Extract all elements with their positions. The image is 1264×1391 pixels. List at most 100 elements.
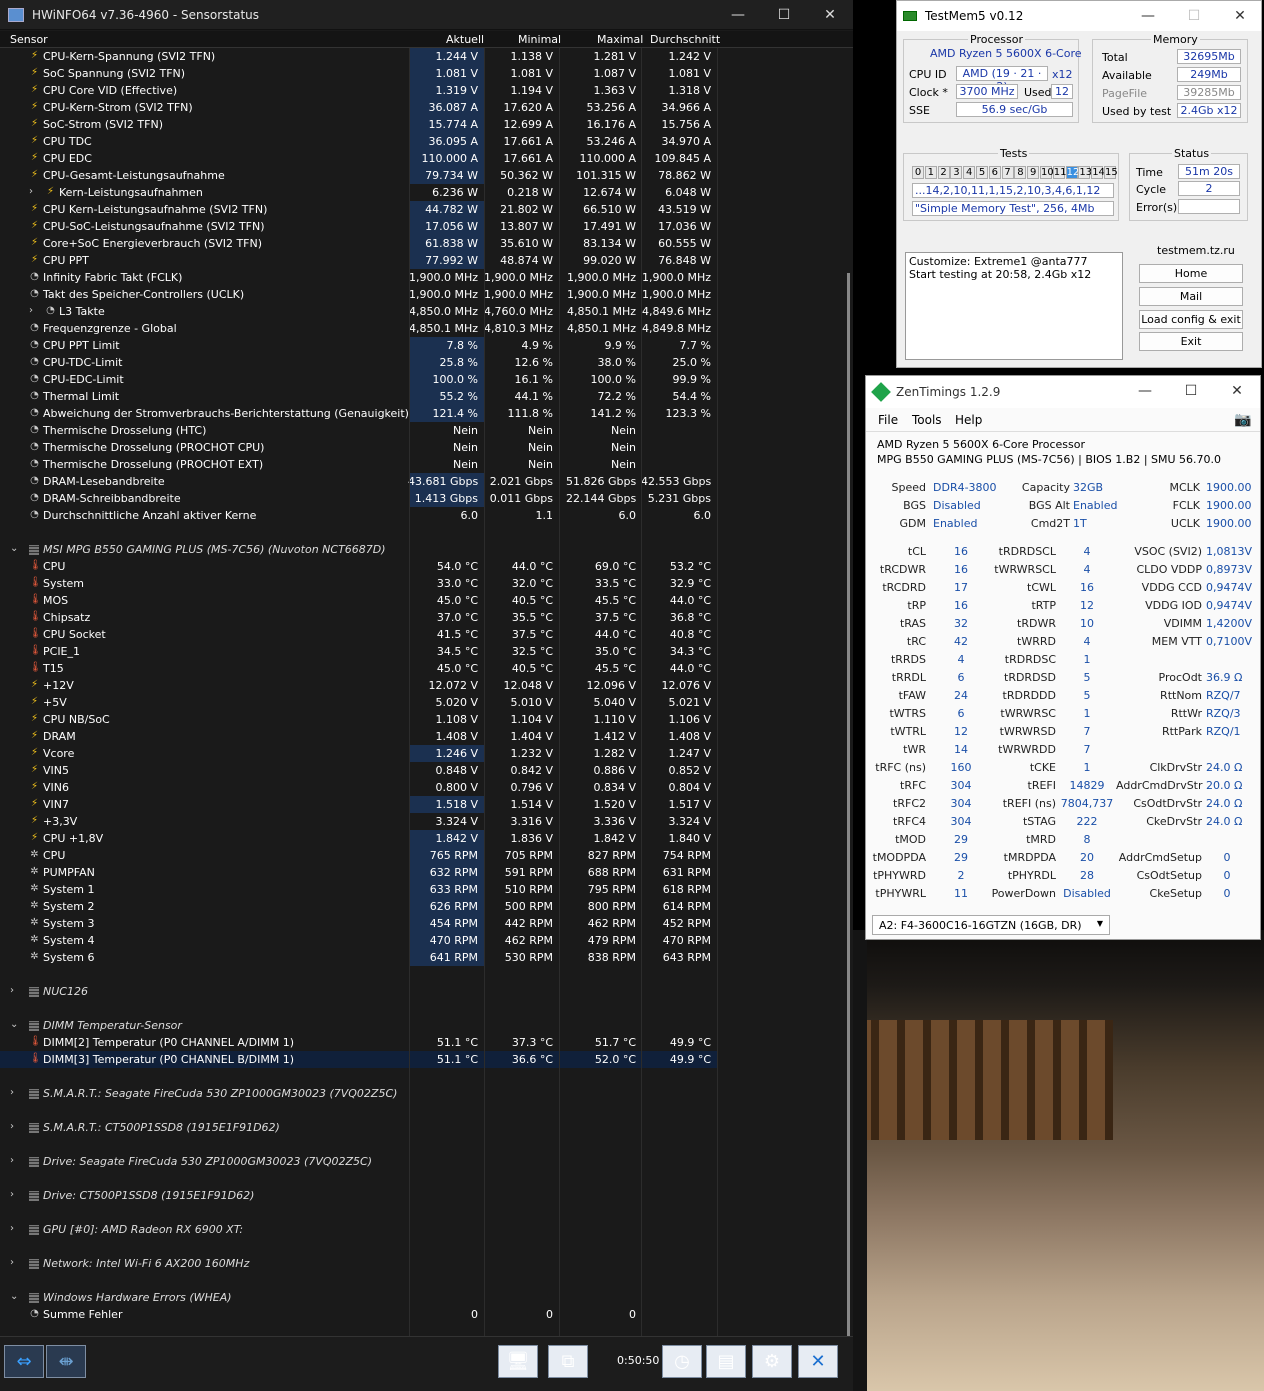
sensor-row[interactable]: ◔ Frequenzgrenze - Global 4,850.1 MHz 4,810…	[0, 320, 717, 337]
sensor-row[interactable]: ◔ CPU-TDC-Limit 25.8 % 12.6 % 38.0 % 25.0 %	[0, 354, 717, 371]
sensor-group-row[interactable]: › GPU [#0]: AMD Radeon RX 6900 XT:	[0, 1221, 717, 1238]
sensor-row[interactable]: 🌡 CPU Socket 41.5 °C 37.5 °C 44.0 °C 40.8 °C	[0, 626, 717, 643]
sensor-row[interactable]: ⚡ +3,3V 3.324 V 3.316 V 3.336 V 3.324 V	[0, 813, 717, 830]
menu-tools[interactable]: Tools	[912, 413, 942, 427]
camera-icon[interactable]: 📷	[1234, 412, 1251, 428]
sensor-row[interactable]: 🌡 DIMM[3] Temperatur (P0 CHANNEL B/DIMM 1…	[0, 1051, 717, 1068]
sensor-row[interactable]: › ◔ L3 Takte 4,850.0 MHz 4,760.0 MHz 4,850.1 …	[0, 303, 717, 320]
sensor-row[interactable]: 🌡 T15 45.0 °C 40.5 °C 45.5 °C 44.0 °C	[0, 660, 717, 677]
sensor-row[interactable]: ⚡ CPU PPT 77.992 W 48.874 W 99.020 W 76.848 W	[0, 252, 717, 269]
sensor-group-row[interactable]: ⌄ MSI MPG B550 GAMING PLUS (MS-7C56) (Nuv…	[0, 541, 717, 558]
sensor-group-row[interactable]: › Drive: Seagate FireCuda 530 ZP1000GM300…	[0, 1153, 717, 1170]
clock-icon[interactable]: ◷	[662, 1345, 702, 1378]
sensor-row[interactable]: ◔ Thermische Drosselung (PROCHOT EXT) Nein…	[0, 456, 717, 473]
minimize-button[interactable]: —	[715, 0, 761, 30]
sensor-row[interactable]: ⚡ CPU EDC 110.000 A 17.661 A 110.000 A 109.84…	[0, 150, 717, 167]
scrollbar[interactable]	[845, 48, 853, 1363]
sensor-row[interactable]: ⚡ DRAM 1.408 V 1.404 V 1.412 V 1.408 V	[0, 728, 717, 745]
network-icon[interactable]: ⧉	[548, 1345, 588, 1378]
sensor-row[interactable]: ◔ Thermische Drosselung (PROCHOT CPU) Nein…	[0, 439, 717, 456]
sensor-row[interactable]: ⚡ CPU-Kern-Spannung (SVI2 TFN) 1.244 V 1.13…	[0, 48, 717, 65]
nav-arrows-icon[interactable]: ⇔	[4, 1345, 44, 1378]
sensor-row[interactable]: ⚡ VIN7 1.518 V 1.514 V 1.520 V 1.517 V	[0, 796, 717, 813]
minimize-button[interactable]: —	[1122, 376, 1168, 406]
chevron-right-icon[interactable]: ›	[10, 1223, 14, 1234]
sensor-row[interactable]: ◔ Thermische Drosselung (HTC) Nein Nein Nein	[0, 422, 717, 439]
gear-icon[interactable]: ⚙	[752, 1345, 792, 1378]
col-maximal[interactable]: Maximal	[597, 33, 643, 46]
sensor-group-row[interactable]: › Drive: CT500P1SSD8 (1915E1F91D62)	[0, 1187, 717, 1204]
chevron-down-icon[interactable]: ⌄	[10, 1019, 18, 1030]
home-button[interactable]: Home	[1139, 264, 1243, 283]
report-icon[interactable]: ▤	[706, 1345, 746, 1378]
sensor-row[interactable]: ✲ System 6 641 RPM 530 RPM 838 RPM 643 RPM	[0, 949, 717, 966]
mail-button[interactable]: Mail	[1139, 287, 1243, 306]
sensor-row[interactable]: ◔ Summe Fehler 0 0 0	[0, 1306, 717, 1323]
sensor-row[interactable]: ◔ Infinity Fabric Takt (FCLK) 1,900.0 MHz 1…	[0, 269, 717, 286]
close-button[interactable]: ✕	[1217, 1, 1263, 31]
sensor-group-row[interactable]: ⌄ DIMM Temperatur-Sensor	[0, 1017, 717, 1034]
sensor-row[interactable]: 🌡 MOS 45.0 °C 40.5 °C 45.5 °C 44.0 °C	[0, 592, 717, 609]
dimm-select[interactable]: A2: F4-3600C16-16GTZN (16GB, DR) ▼	[872, 915, 1110, 935]
sensor-row[interactable]: ⚡ SoC-Strom (SVI2 TFN) 15.774 A 12.699 A 16.…	[0, 116, 717, 133]
chevron-down-icon[interactable]: ⌄	[10, 1291, 18, 1302]
sensor-row[interactable]: ✲ System 2 626 RPM 500 RPM 800 RPM 614 RPM	[0, 898, 717, 915]
chevron-right-icon[interactable]: ›	[10, 1087, 14, 1098]
sensor-group-row[interactable]: › S.M.A.R.T.: Seagate FireCuda 530 ZP1000…	[0, 1085, 717, 1102]
col-minimal[interactable]: Minimal	[518, 33, 561, 46]
sensor-row[interactable]: ◔ Thermal Limit 55.2 % 44.1 % 72.2 % 54.4 %	[0, 388, 717, 405]
sensor-row[interactable]: 🌡 PCIE_1 34.5 °C 32.5 °C 35.0 °C 34.3 °C	[0, 643, 717, 660]
sensor-row[interactable]: ✲ CPU 765 RPM 705 RPM 827 RPM 754 RPM	[0, 847, 717, 864]
sensor-row[interactable]: ✲ System 3 454 RPM 442 RPM 462 RPM 452 RPM	[0, 915, 717, 932]
chevron-right-icon[interactable]: ›	[10, 1189, 14, 1200]
col-aktuell[interactable]: Aktuell	[446, 33, 484, 46]
sensor-row[interactable]: ◔ Takt des Speicher-Controllers (UCLK) 1,9…	[0, 286, 717, 303]
sensor-row[interactable]: ⚡ Vcore 1.246 V 1.232 V 1.282 V 1.247 V	[0, 745, 717, 762]
exit-button[interactable]: Exit	[1139, 332, 1243, 351]
chevron-right-icon[interactable]: ›	[29, 186, 33, 197]
monitor-icon[interactable]: 🖥	[498, 1345, 538, 1378]
chevron-down-icon[interactable]: ⌄	[10, 543, 18, 554]
sensor-row[interactable]: ⚡ CPU-SoC-Leistungsaufnahme (SVI2 TFN) 17.…	[0, 218, 717, 235]
sensor-row[interactable]: ◔ Abweichung der Stromverbrauchs-Berichte…	[0, 405, 717, 422]
scrollbar-thumb[interactable]	[847, 273, 850, 1363]
sensor-row[interactable]: 🌡 System 33.0 °C 32.0 °C 33.5 °C 32.9 °C	[0, 575, 717, 592]
maximize-button[interactable]: ☐	[761, 0, 807, 30]
sensor-row[interactable]: ⚡ CPU NB/SoC 1.108 V 1.104 V 1.110 V 1.106 V	[0, 711, 717, 728]
col-durchschnitt[interactable]: Durchschnitt	[650, 33, 720, 46]
sensor-row[interactable]: ⚡ +5V 5.020 V 5.010 V 5.040 V 5.021 V	[0, 694, 717, 711]
sensor-group-row[interactable]: › Network: Intel Wi-Fi 6 AX200 160MHz	[0, 1255, 717, 1272]
sensor-group-row[interactable]: ⌄ Windows Hardware Errors (WHEA)	[0, 1289, 717, 1306]
col-sensor[interactable]: Sensor	[10, 33, 48, 46]
sensor-row[interactable]: ◔ CPU-EDC-Limit 100.0 % 16.1 % 100.0 % 99.9 %	[0, 371, 717, 388]
sensor-group-row[interactable]: › NUC126	[0, 983, 717, 1000]
sensor-row[interactable]: ⚡ VIN5 0.848 V 0.842 V 0.886 V 0.852 V	[0, 762, 717, 779]
sensor-row[interactable]: ◔ DRAM-Lesebandbreite 43.681 Gbps 2.021 Gbp…	[0, 473, 717, 490]
close-button[interactable]: ✕	[807, 0, 853, 30]
sensor-row[interactable]: ⚡ CPU Kern-Leistungsaufnahme (SVI2 TFN) 44…	[0, 201, 717, 218]
chevron-right-icon[interactable]: ›	[10, 1155, 14, 1166]
maximize-button[interactable]: ☐	[1168, 376, 1214, 406]
sensor-row[interactable]: ✲ System 4 470 RPM 462 RPM 479 RPM 470 RPM	[0, 932, 717, 949]
sensor-group-row[interactable]: › S.M.A.R.T.: CT500P1SSD8 (1915E1F91D62)	[0, 1119, 717, 1136]
log-box[interactable]: Customize: Extreme1 @anta777 Start testi…	[905, 252, 1123, 360]
sensor-row[interactable]: ⚡ CPU Core VID (Effective) 1.319 V 1.194 V 1…	[0, 82, 717, 99]
sensor-row[interactable]: ◔ Durchschnittliche Anzahl aktiver Kerne 6…	[0, 507, 717, 524]
sensor-row[interactable]: ⚡ SoC Spannung (SVI2 TFN) 1.081 V 1.081 V 1.…	[0, 65, 717, 82]
sensor-row[interactable]: ⚡ +12V 12.072 V 12.048 V 12.096 V 12.076 V	[0, 677, 717, 694]
sensor-row[interactable]: ⚡ VIN6 0.800 V 0.796 V 0.834 V 0.804 V	[0, 779, 717, 796]
sensor-row[interactable]: ✲ PUMPFAN 632 RPM 591 RPM 688 RPM 631 RPM	[0, 864, 717, 881]
close-icon[interactable]: ✕	[798, 1345, 838, 1378]
chevron-right-icon[interactable]: ›	[10, 985, 14, 996]
menu-file[interactable]: File	[878, 413, 898, 427]
minimize-button[interactable]: —	[1125, 1, 1171, 31]
close-button[interactable]: ✕	[1214, 376, 1260, 406]
chevron-right-icon[interactable]: ›	[10, 1257, 14, 1268]
sensor-row[interactable]: 🌡 Chipsatz 37.0 °C 35.5 °C 37.5 °C 36.8 °C	[0, 609, 717, 626]
sensor-row[interactable]: ⚡ CPU TDC 36.095 A 17.661 A 53.246 A 34.970 A	[0, 133, 717, 150]
chevron-right-icon[interactable]: ›	[10, 1121, 14, 1132]
sensor-row[interactable]: ◔ DRAM-Schreibbandbreite 1.413 Gbps 0.011 G…	[0, 490, 717, 507]
sensor-row[interactable]: ⚡ Core+SoC Energieverbrauch (SVI2 TFN) 61.…	[0, 235, 717, 252]
sensor-row[interactable]: ⚡ CPU-Gesamt-Leistungsaufnahme 79.734 W 50.…	[0, 167, 717, 184]
sensor-row[interactable]: ⚡ CPU +1,8V 1.842 V 1.836 V 1.842 V 1.840 V	[0, 830, 717, 847]
